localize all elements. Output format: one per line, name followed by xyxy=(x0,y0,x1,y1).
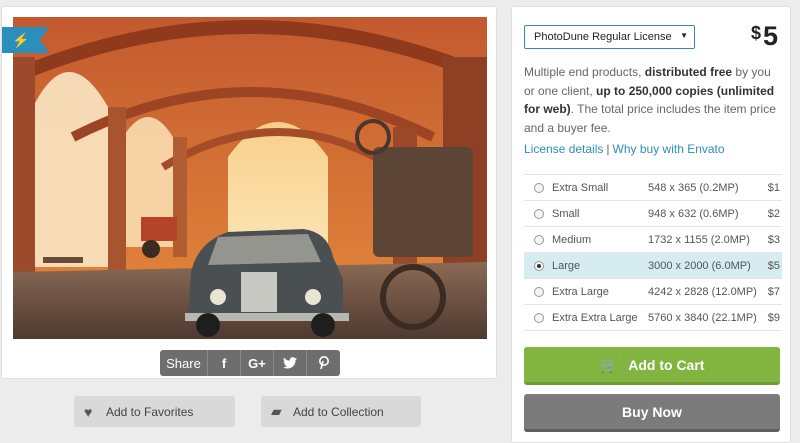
desc-bold-1: distributed free xyxy=(644,65,733,79)
buy-now-button[interactable]: Buy Now xyxy=(524,394,780,432)
link-separator: | xyxy=(606,142,610,156)
preview-image-art xyxy=(13,17,487,339)
lightning-icon: ⚡ xyxy=(2,27,49,53)
size-price: $3 xyxy=(767,233,780,246)
size-dimensions: 548 x 365 (0.2MP) xyxy=(648,181,739,194)
size-option-extra-large[interactable]: Extra Large 4242 x 2828 (12.0MP) $7 xyxy=(524,279,782,305)
add-to-favorites-label: Add to Favorites xyxy=(106,404,194,419)
purchase-panel: PhotoDune Regular License ▼ $5 Multiple … xyxy=(511,6,791,443)
size-option-large[interactable]: Large 3000 x 2000 (6.0MP) $5 xyxy=(524,253,782,279)
size-options: Extra Small 548 x 365 (0.2MP) $1 Small 9… xyxy=(524,174,782,331)
cart-icon: 🛒 xyxy=(599,356,619,374)
size-option-extra-extra-large[interactable]: Extra Extra Large 5760 x 3840 (22.1MP) $… xyxy=(524,305,782,331)
pinterest-icon[interactable] xyxy=(307,350,340,376)
size-option-extra-small[interactable]: Extra Small 548 x 365 (0.2MP) $1 xyxy=(524,175,782,201)
size-name: Large xyxy=(552,259,581,272)
license-details-link[interactable]: License details xyxy=(524,142,603,156)
add-to-cart-button[interactable]: 🛒 Add to Cart xyxy=(524,347,780,385)
license-description: Multiple end products, distributed free … xyxy=(524,63,782,137)
radio-button[interactable] xyxy=(534,286,544,297)
size-option-medium[interactable]: Medium 1732 x 1155 (2.0MP) $3 xyxy=(524,227,782,253)
price-currency: $ xyxy=(750,23,761,43)
size-dimensions: 5760 x 3840 (22.1MP) xyxy=(648,311,757,324)
size-dimensions: 1732 x 1155 (2.0MP) xyxy=(648,233,750,246)
add-to-collection-label: Add to Collection xyxy=(293,404,384,419)
size-option-small[interactable]: Small 948 x 632 (0.6MP) $2 xyxy=(524,201,782,227)
size-name: Extra Extra Large xyxy=(552,311,638,324)
license-select[interactable]: PhotoDune Regular License ▼ xyxy=(524,25,695,49)
share-bar: Share f G+ xyxy=(160,350,340,376)
radio-button[interactable] xyxy=(534,208,544,219)
why-buy-link[interactable]: Why buy with Envato xyxy=(613,142,725,156)
size-price: $2 xyxy=(767,207,780,220)
folder-icon: ▰ xyxy=(271,403,282,419)
chevron-down-icon: ▼ xyxy=(680,31,688,40)
size-dimensions: 948 x 632 (0.6MP) xyxy=(648,207,739,220)
radio-button[interactable] xyxy=(534,234,544,245)
buy-now-label: Buy Now xyxy=(622,403,682,420)
pinterest-icon-glyph xyxy=(318,356,329,370)
google-plus-icon[interactable]: G+ xyxy=(241,350,274,376)
twitter-icon[interactable] xyxy=(274,350,307,376)
radio-button[interactable] xyxy=(534,260,544,271)
price-value: 5 xyxy=(762,21,778,51)
preview-panel: ⚡ Share f G+ xyxy=(1,6,497,379)
preview-image[interactable] xyxy=(13,17,487,339)
share-label: Share xyxy=(160,350,208,376)
radio-button[interactable] xyxy=(534,312,544,323)
desc-text-1: Multiple end products, xyxy=(524,65,645,79)
radio-button[interactable] xyxy=(534,182,544,193)
add-to-favorites-button[interactable]: ♥ Add to Favorites xyxy=(74,396,235,427)
license-price: $5 xyxy=(751,21,778,52)
size-dimensions: 4242 x 2828 (12.0MP) xyxy=(648,285,757,298)
size-price: $9 xyxy=(767,311,780,324)
size-dimensions: 3000 x 2000 (6.0MP) xyxy=(648,259,751,272)
size-price: $5 xyxy=(767,259,780,272)
size-name: Extra Small xyxy=(552,181,609,194)
license-links: License details | Why buy with Envato xyxy=(524,142,725,156)
size-price: $7 xyxy=(767,285,780,298)
license-select-value: PhotoDune Regular License xyxy=(534,31,672,43)
size-price: $1 xyxy=(767,181,780,194)
size-name: Extra Large xyxy=(552,285,609,298)
add-to-cart-label: Add to Cart xyxy=(628,356,705,373)
twitter-icon-glyph xyxy=(283,357,297,369)
facebook-icon[interactable]: f xyxy=(208,350,241,376)
size-name: Medium xyxy=(552,233,592,246)
heart-icon: ♥ xyxy=(84,403,93,420)
add-to-collection-button[interactable]: ▰ Add to Collection xyxy=(261,396,421,427)
size-name: Small xyxy=(552,207,580,220)
